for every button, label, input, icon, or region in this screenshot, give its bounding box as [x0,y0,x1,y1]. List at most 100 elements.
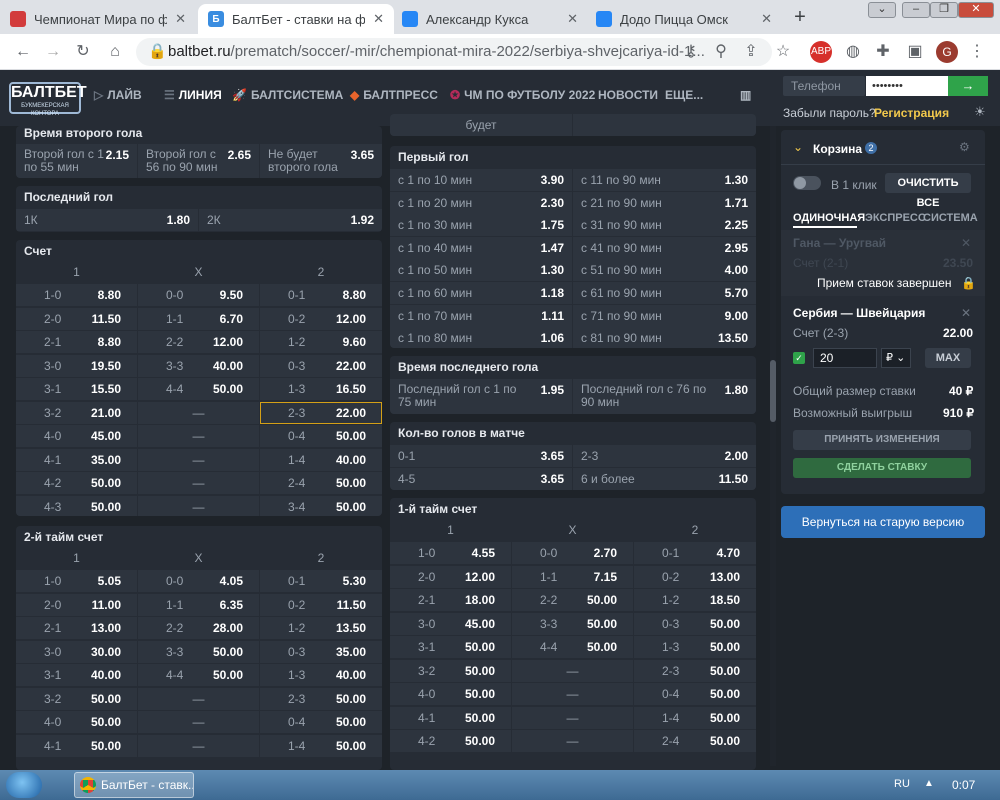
share-icon[interactable]: ⇪ [740,41,762,63]
odds-cell[interactable]: с 1 по 30 мин 1.75 [390,214,572,237]
odds-cell[interactable]: 4-4 50.00 [512,636,633,658]
odds-cell[interactable]: с 41 по 90 мин 2.95 [573,236,756,259]
odds-cell[interactable]: 1-4 50.00 [634,706,756,729]
odds-cell[interactable]: с 71 по 90 мин 9.00 [573,304,756,327]
odds-cell[interactable]: 4-1 50.00 [390,706,511,729]
odds-cell[interactable]: 3-0 19.50 [16,354,137,377]
odds-cell[interactable]: 2-2 50.00 [512,589,633,611]
odds-cell[interactable]: с 11 по 90 мин 1.30 [573,169,756,191]
browser-tab[interactable]: Б БалтБет - ставки на футб ✕ [198,4,394,34]
odds-cell[interactable]: 4-5 3.65 [390,467,572,490]
tray-arrow-icon[interactable]: ▲ [924,778,934,789]
odds-cell[interactable]: 3-3 40.00 [138,354,259,377]
odds-cell[interactable]: 0-4 50.00 [260,711,382,733]
odds-cell[interactable]: 2-2 12.00 [138,331,259,353]
odds-cell[interactable]: 0-2 11.50 [260,593,382,616]
odds-cell[interactable]: 0-1 5.30 [260,570,382,592]
odds-cell[interactable]: 0-0 2.70 [512,542,633,564]
odds-cell[interactable] [573,114,756,136]
odds-cell[interactable]: Второй гол с 1 по 55 мин 2.15 [16,144,137,178]
close-tab-icon[interactable]: ✕ [373,11,384,27]
place-bet-button[interactable]: СДЕЛАТЬ СТАВКУ [793,458,971,478]
odds-cell[interactable]: 4-4 50.00 [138,664,259,686]
odds-cell[interactable]: Последний гол с 1 по 75 мин 1.95 [390,379,572,414]
accept-changes-button[interactable]: ПРИНЯТЬ ИЗМЕНЕНИЯ [793,430,971,450]
login-button[interactable]: → [948,76,988,96]
odds-cell[interactable]: 2-4 50.00 [260,472,382,494]
taskbar-chrome-app[interactable]: БалтБет - ставк... [74,772,194,798]
profile-avatar[interactable]: G [936,41,958,63]
odds-cell[interactable]: 0-1 4.70 [634,542,756,564]
max-button[interactable]: MAX [925,348,971,368]
nav-world-cup[interactable]: ✪ ЧМ ПО ФУТБОЛУ 2022 [450,88,595,102]
clock[interactable]: 0:07 [952,778,975,792]
nav-baltsystem[interactable]: 🚀 БАЛТСИСТЕМА [232,88,343,102]
odds-cell[interactable]: с 1 по 60 мин 1.18 [390,282,572,304]
key-icon[interactable]: ⚷ [680,41,702,63]
odds-cell[interactable]: 2-3 50.00 [260,687,382,710]
odds-cell[interactable]: 1-0 4.55 [390,542,511,564]
tab-express[interactable]: ЭКСПРЕСС [865,212,926,224]
odds-cell[interactable]: 6 и более 11.50 [573,467,756,490]
sidepanel-icon[interactable]: ▣ [904,41,926,63]
odds-cell[interactable]: 3-1 40.00 [16,664,137,686]
chevron-down-icon[interactable]: ⌄ [793,140,803,154]
register-link[interactable]: Регистрация [874,106,949,120]
odds-cell[interactable]: Второй гол с 56 по 90 мин 2.65 [138,144,259,178]
maximize-icon[interactable]: ❐ [930,2,958,18]
clear-all-button[interactable]: ОЧИСТИТЬ ВСЕ [885,173,971,209]
odds-cell[interactable]: 3-0 30.00 [16,640,137,663]
odds-cell[interactable]: 3-0 45.00 [390,612,511,635]
odds-cell[interactable]: 4-0 50.00 [16,711,137,733]
close-icon[interactable]: ✕ [961,236,971,250]
tab-single[interactable]: ОДИНОЧНАЯ [793,212,865,224]
odds-cell[interactable]: 0-4 50.00 [260,425,382,447]
odds-cell[interactable]: с 1 по 10 мин 3.90 [390,169,572,191]
odds-cell[interactable]: 4-0 45.00 [16,425,137,447]
currency-select[interactable]: ₽ ⌄ [881,348,911,368]
odds-cell[interactable]: 3-2 50.00 [390,659,511,682]
odds-cell[interactable]: с 81 по 90 мин 13.50 [573,327,756,348]
bookmark-star-icon[interactable]: ☆ [772,41,794,63]
odds-cell[interactable]: Последний гол с 76 по 90 мин 1.80 [573,379,756,414]
odds-cell[interactable]: 0-1 3.65 [390,445,572,467]
nav-baltpress[interactable]: ◆ БАЛТПРЕСС [350,88,438,102]
odds-cell[interactable]: с 61 по 90 мин 5.70 [573,282,756,304]
odds-cell[interactable]: с 1 по 20 мин 2.30 [390,191,572,214]
gear-icon[interactable]: ⚙ [959,140,970,154]
odds-cell[interactable]: 2К 1.92 [199,209,382,231]
odds-cell[interactable]: с 1 по 40 мин 1.47 [390,236,572,259]
odds-cell[interactable]: 1-4 40.00 [260,448,382,471]
scrollbar-track[interactable] [770,126,776,766]
odds-cell[interactable]: будет [390,114,572,136]
odds-cell[interactable]: 2-0 11.50 [16,307,137,330]
odds-cell[interactable]: 4-4 50.00 [138,378,259,400]
odds-cell[interactable]: 1-1 7.15 [512,565,633,588]
odds-cell[interactable]: 3-1 50.00 [390,636,511,658]
forgot-password-link[interactable]: Забыли пароль? [783,106,876,120]
odds-cell[interactable]: Не будет второго гола 3.65 [260,144,382,178]
odds-cell[interactable]: 0-2 13.00 [634,565,756,588]
odds-cell[interactable]: 4-1 35.00 [16,448,137,471]
odds-cell[interactable]: 0-3 22.00 [260,354,382,377]
browser-tab[interactable]: Чемпионат Мира по фу ✕ [0,4,196,34]
odds-cell[interactable]: 1-2 9.60 [260,331,382,353]
nav-news[interactable]: НОВОСТИ [598,88,658,102]
odds-cell[interactable]: с 1 по 80 мин 1.06 [390,327,572,348]
new-tab-button[interactable]: + [788,6,812,30]
adblock-icon[interactable]: ABP [810,41,832,63]
odds-cell[interactable]: 0-1 8.80 [260,284,382,306]
back-icon[interactable]: ← [12,41,34,63]
odds-cell[interactable]: 2-1 18.00 [390,589,511,611]
odds-cell[interactable]: 2-3 50.00 [634,659,756,682]
old-version-button[interactable]: Вернуться на старую версию [781,506,985,538]
remove-bet-icon[interactable]: ✕ [961,306,971,320]
odds-cell[interactable]: 2-0 11.00 [16,593,137,616]
odds-cell[interactable]: 0-4 50.00 [634,683,756,705]
odds-cell[interactable]: 0-3 50.00 [634,612,756,635]
odds-cell[interactable]: 3-3 50.00 [512,612,633,635]
odds-cell[interactable]: 3-2 50.00 [16,687,137,710]
nav-live[interactable]: ▷ ЛАЙВ [94,88,142,102]
odds-cell[interactable]: 0-3 35.00 [260,640,382,663]
odds-cell[interactable]: 1К 1.80 [16,209,198,231]
